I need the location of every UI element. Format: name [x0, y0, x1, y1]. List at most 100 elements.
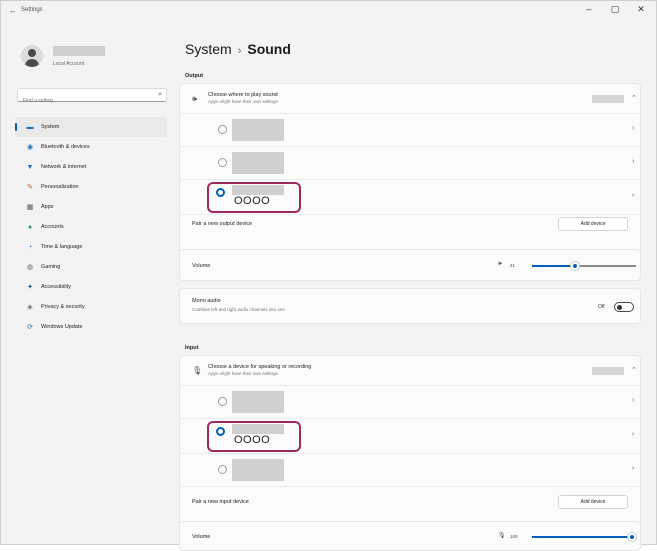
mono-audio-description: Combine left and right audio channels in…	[192, 307, 285, 312]
input-device-header[interactable]: 🎙 Choose a device for speaking or record…	[180, 356, 640, 386]
input-selected-redacted	[592, 367, 624, 375]
sidebar-item-gaming[interactable]: ◍ Gaming	[15, 257, 167, 277]
output-device-header[interactable]: 🕪 Choose where to play sound Apps might …	[180, 84, 640, 114]
sidebar-item-personalization[interactable]: ✎ Personalization	[15, 177, 167, 197]
output-device-name-redacted	[232, 152, 284, 174]
minimize-button[interactable]: –	[582, 4, 596, 15]
gamepad-icon: ◍	[26, 264, 34, 271]
input-device-option-selected[interactable]: OOOO ›	[180, 419, 640, 454]
app-title: Settings	[21, 7, 43, 13]
input-device-option[interactable]: ›	[180, 454, 640, 487]
update-icon: ⟳	[27, 324, 33, 331]
chevron-up-icon[interactable]: ⌃	[631, 94, 637, 102]
chevron-right-icon[interactable]: ›	[632, 431, 634, 438]
sidebar-item-label: Gaming	[41, 264, 61, 270]
avatar	[21, 45, 43, 67]
input-device-radio[interactable]	[218, 397, 227, 406]
input-volume-value: 100	[510, 534, 518, 539]
microphone-icon[interactable]: 🎙	[498, 532, 506, 539]
chevron-right-icon[interactable]: ›	[632, 158, 634, 165]
apps-icon: ▦	[26, 204, 34, 211]
output-device-radio-selected[interactable]	[216, 188, 225, 197]
sidebar-item-bluetooth-devices[interactable]: ◉ Bluetooth & devices	[15, 137, 167, 157]
output-device-option[interactable]: ›	[180, 114, 640, 147]
account-type-label: Local Account	[53, 61, 85, 67]
sidebar-item-label: Bluetooth & devices	[41, 144, 90, 150]
output-section-label: Output	[185, 73, 204, 79]
chevron-up-icon[interactable]: ⌃	[631, 366, 637, 374]
output-device-option[interactable]: ›	[180, 147, 640, 180]
input-volume-slider-thumb[interactable]	[628, 533, 636, 541]
output-card: 🕪 Choose where to play sound Apps might …	[179, 83, 641, 264]
chevron-right-icon[interactable]: ›	[632, 192, 634, 199]
output-device-name-redacted	[232, 119, 284, 141]
mono-audio-toggle[interactable]	[614, 302, 634, 312]
input-device-radio[interactable]	[218, 465, 227, 474]
sidebar-item-network-internet[interactable]: ▼ Network & internet	[15, 157, 167, 177]
output-header-subtitle: Apps might have their own settings	[208, 99, 278, 104]
bluetooth-icon: ◉	[26, 144, 34, 151]
sidebar-item-accessibility[interactable]: ✦ Accessibility	[15, 277, 167, 297]
input-device-option[interactable]: ›	[180, 386, 640, 419]
output-selected-redacted	[592, 95, 624, 103]
output-device-option-selected[interactable]: OOOO ›	[180, 180, 640, 215]
sidebar-item-time-language[interactable]: ◔ Time & language	[15, 237, 167, 257]
input-section-label: Input	[185, 345, 199, 351]
search-input[interactable]	[18, 95, 148, 107]
chevron-right-icon[interactable]: ›	[632, 465, 634, 472]
wifi-icon: ▼	[26, 163, 34, 171]
sidebar-item-windows-update[interactable]: ⟳ Windows Update	[15, 317, 167, 337]
sidebar-item-system[interactable]: ▬ System	[15, 117, 167, 137]
input-device-name: OOOO	[234, 434, 271, 446]
sidebar-item-accounts[interactable]: ● Accounts	[15, 217, 167, 237]
window-controls: – ▢ ✕	[582, 4, 648, 15]
mono-audio-card: Mono audio Combine left and right audio …	[179, 288, 641, 324]
input-device-name-redacted	[232, 391, 284, 413]
accessibility-icon: ✦	[27, 284, 33, 291]
sidebar-item-label: Windows Update	[41, 324, 83, 330]
user-name-redacted	[53, 46, 105, 56]
microphone-icon: 🎙	[192, 366, 203, 375]
sidebar-item-privacy-security[interactable]: ◈ Privacy & security	[15, 297, 167, 317]
volume-slider-thumb[interactable]	[571, 262, 579, 270]
maximize-button[interactable]: ▢	[608, 4, 622, 15]
sidebar-item-label: Accounts	[41, 224, 64, 230]
input-card: 🎙 Choose a device for speaking or record…	[179, 355, 641, 536]
output-device-radio[interactable]	[218, 125, 227, 134]
output-volume-card: Volume 🕪 41	[179, 249, 641, 281]
input-volume-slider[interactable]	[532, 533, 636, 541]
breadcrumb: System › Sound	[185, 41, 291, 57]
chevron-right-icon[interactable]: ›	[632, 125, 634, 132]
breadcrumb-parent[interactable]: System	[185, 41, 232, 57]
output-device-name-redacted	[232, 185, 284, 195]
back-arrow-icon[interactable]: ←	[9, 6, 17, 15]
speaker-icon: 🕪	[192, 94, 198, 103]
sidebar-item-label: Apps	[41, 204, 54, 210]
search-box[interactable]: ⌕	[17, 88, 167, 107]
user-profile[interactable]: Local Account	[21, 45, 171, 75]
speaker-icon[interactable]: 🕪	[498, 261, 502, 268]
chevron-right-icon[interactable]: ›	[632, 397, 634, 404]
search-icon[interactable]: ⌕	[158, 91, 162, 99]
sidebar-item-apps[interactable]: ▦ Apps	[15, 197, 167, 217]
input-device-radio-selected[interactable]	[216, 427, 225, 436]
input-volume-label: Volume	[192, 534, 211, 540]
main-content: System › Sound Output 🕪 Choose where to pl…	[179, 21, 649, 551]
volume-slider[interactable]	[532, 262, 636, 270]
output-header-title: Choose where to play sound	[208, 92, 278, 98]
add-input-device-button[interactable]: Add device	[558, 495, 628, 509]
add-output-device-button[interactable]: Add device	[558, 217, 628, 231]
input-volume-card: Volume 🎙 100	[179, 521, 641, 551]
sidebar-nav: ▬ System ◉ Bluetooth & devices ▼ Network…	[15, 117, 167, 337]
sidebar-item-label: System	[41, 124, 60, 130]
close-button[interactable]: ✕	[634, 4, 648, 15]
output-device-radio[interactable]	[218, 158, 227, 167]
settings-window: ← Settings – ▢ ✕ Local Account ⌕ ▬ Syste…	[0, 0, 657, 551]
system-icon: ▬	[26, 123, 34, 131]
page-title: Sound	[247, 41, 291, 57]
sidebar-item-label: Network & internet	[41, 164, 87, 170]
sidebar-item-label: Time & language	[41, 244, 83, 250]
input-device-name-redacted	[232, 424, 284, 434]
input-device-name-redacted	[232, 459, 284, 481]
mono-audio-state: Off	[598, 304, 605, 310]
